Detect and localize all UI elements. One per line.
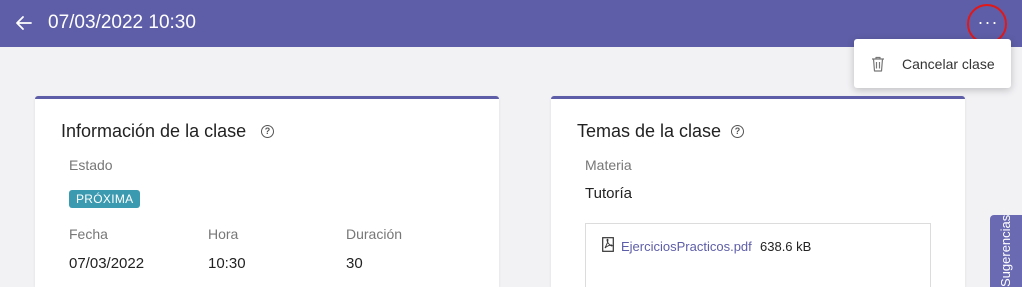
help-circle-icon[interactable]: ? (261, 125, 274, 138)
options-dropdown-menu: Cancelar clase (854, 39, 1011, 88)
time-label: Hora (208, 226, 239, 242)
class-info-card: Información de la clase ? Estado PRÓXIMA… (35, 96, 499, 287)
attachment-box: EjerciciosPracticos.pdf 638.6 kB (585, 223, 931, 287)
subject-value: Tutoría (585, 185, 632, 202)
help-circle-icon[interactable]: ? (731, 125, 744, 138)
attachment-size: 638.6 kB (760, 239, 812, 254)
page-title: 07/03/2022 10:30 (48, 12, 196, 33)
duration-value: 30 (346, 255, 363, 272)
pdf-file-icon (602, 237, 614, 252)
more-options-button[interactable]: ··· (972, 10, 1004, 36)
trash-icon (872, 56, 884, 72)
date-label: Fecha (69, 226, 108, 242)
time-value: 10:30 (208, 255, 246, 272)
status-badge: PRÓXIMA (69, 190, 141, 208)
cancel-class-label: Cancelar clase (902, 56, 995, 72)
suggestions-tab-label: Sugerencias (998, 215, 1013, 287)
cancel-class-menu-item[interactable]: Cancelar clase (854, 39, 1011, 88)
duration-label: Duración (346, 226, 403, 242)
arrow-left-icon (16, 16, 32, 30)
class-topics-card: Temas de la clase ? Materia Tutoría Ejer… (551, 96, 965, 287)
back-button[interactable] (12, 12, 36, 34)
date-value: 07/03/2022 (69, 255, 145, 272)
status-label: Estado (69, 157, 113, 173)
suggestions-side-tab[interactable]: Sugerencias (990, 215, 1022, 287)
class-topics-title: Temas de la clase (577, 121, 722, 141)
ellipsis-horizontal-icon: ··· (977, 12, 999, 32)
subject-label: Materia (585, 157, 632, 173)
class-info-title: Información de la clase (61, 121, 247, 141)
attachment-link[interactable]: EjerciciosPracticos.pdf (621, 239, 752, 254)
